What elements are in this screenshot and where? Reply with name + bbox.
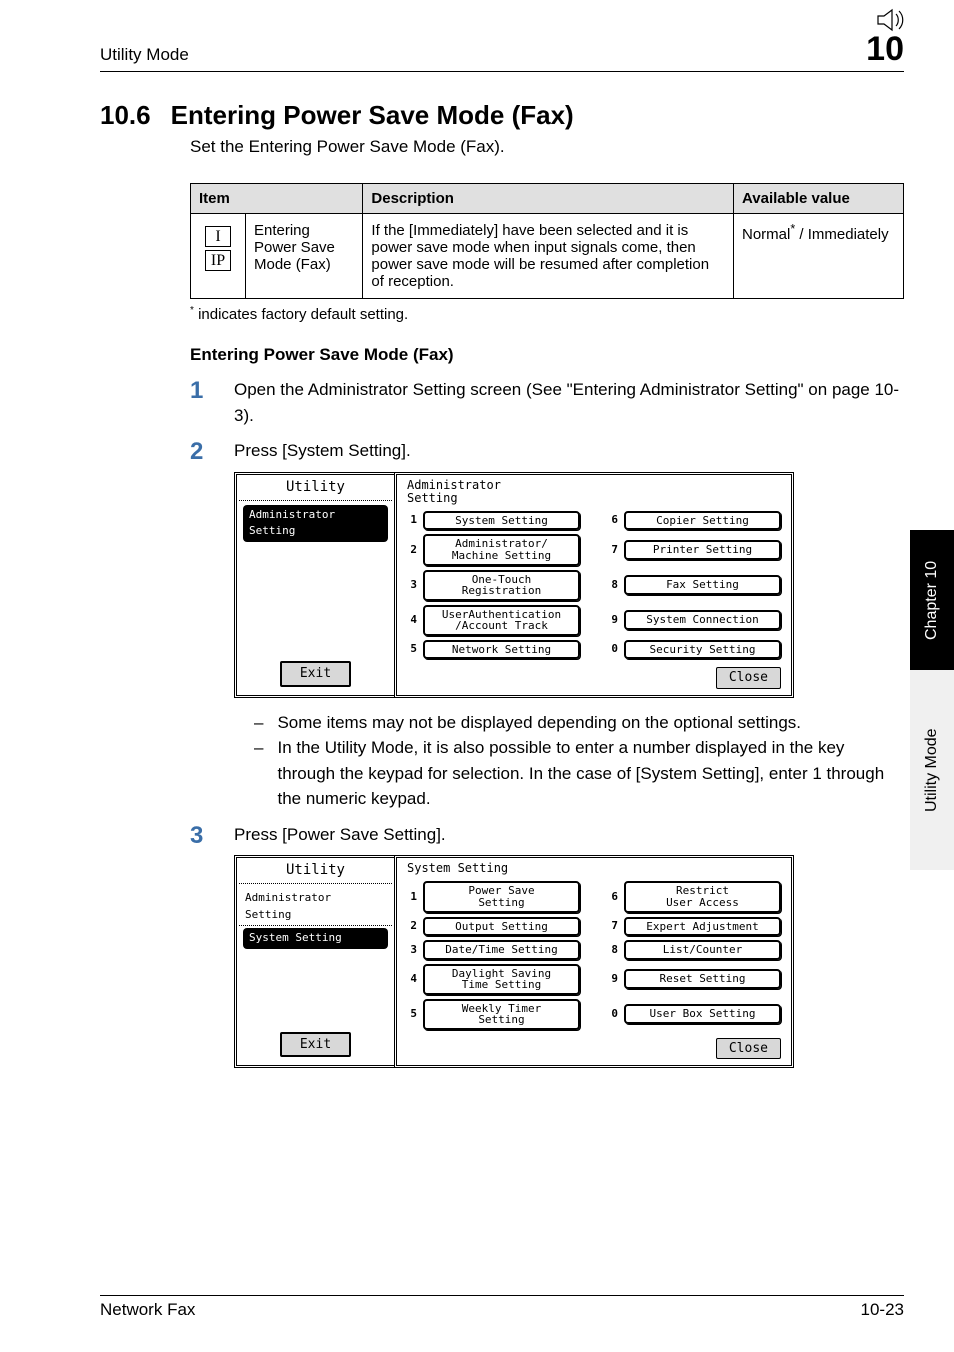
note-1: Some items may not be displayed dependin… [277, 710, 801, 736]
footnote: * indicates factory default setting. [190, 305, 904, 323]
step-body-2: Press [System Setting]. [234, 438, 904, 464]
btn-admin-machine-setting[interactable]: Administrator/ Machine Setting [423, 534, 580, 565]
btn-output-setting[interactable]: Output Setting [423, 917, 580, 937]
utility-label-2: Utility [239, 860, 392, 884]
sidebar-item-admin-setting[interactable]: Administrator Setting [243, 505, 388, 542]
btn-weekly-timer[interactable]: Weekly Timer Setting [423, 999, 580, 1030]
close-button-2[interactable]: Close [716, 1038, 781, 1060]
iip-top: I [205, 226, 231, 247]
subheading: Entering Power Save Mode (Fax) [190, 345, 904, 365]
running-head: Utility Mode 10 [100, 30, 904, 72]
btn-daylight-saving[interactable]: Daylight Saving Time Setting [423, 964, 580, 995]
iip-badges: I IP [199, 222, 237, 278]
exit-button-2[interactable]: Exit [280, 1032, 351, 1058]
section-number: 10.6 [100, 100, 151, 131]
step-number-2: 2 [190, 438, 210, 812]
item-description: If the [Immediately] have been selected … [363, 214, 734, 299]
btn-network-setting[interactable]: Network Setting [423, 640, 580, 660]
step-number-3: 3 [190, 822, 210, 1069]
btn-power-save[interactable]: Power Save Setting [423, 881, 580, 912]
footer-right: 10-23 [861, 1300, 904, 1320]
thumb-tab-chapter: Chapter 10 [910, 530, 954, 670]
thumb-tab-section: Utility Mode [910, 670, 954, 870]
step-number-1: 1 [190, 377, 210, 428]
panel-title: Administrator Setting [407, 479, 781, 505]
btn-copier-setting[interactable]: Copier Setting [624, 511, 781, 531]
step-body-3: Press [Power Save Setting]. [234, 822, 904, 848]
speaker-icon [876, 8, 904, 32]
btn-user-auth[interactable]: UserAuthentication /Account Track [423, 605, 580, 636]
th-item: Item [191, 184, 363, 214]
close-button[interactable]: Close [716, 667, 781, 689]
th-description: Description [363, 184, 734, 214]
exit-button[interactable]: Exit [280, 661, 351, 687]
btn-fax-setting[interactable]: Fax Setting [624, 575, 781, 595]
item-label: Entering Power Save Mode (Fax) [246, 214, 363, 299]
panel2-title: System Setting [407, 862, 781, 875]
footer: Network Fax 10-23 [100, 1295, 904, 1320]
btn-system-setting[interactable]: System Setting [423, 511, 580, 531]
btn-date-time[interactable]: Date/Time Setting [423, 940, 580, 960]
btn-security-setting[interactable]: Security Setting [624, 640, 781, 660]
btn-list-counter[interactable]: List/Counter [624, 940, 781, 960]
admin-setting-panel: Utility Administrator Setting Exit Admin… [234, 472, 794, 698]
btn-reset-setting[interactable]: Reset Setting [624, 969, 781, 989]
btn-restrict-user-access[interactable]: Restrict User Access [624, 881, 781, 912]
th-available: Available value [734, 184, 904, 214]
btn-one-touch-reg[interactable]: One-Touch Registration [423, 570, 580, 601]
iip-bottom: IP [205, 250, 231, 271]
section-lead: Set the Entering Power Save Mode (Fax). [190, 137, 904, 157]
step-body-1: Open the Administrator Setting screen (S… [234, 377, 904, 428]
system-setting-panel: Utility Administrator Setting System Set… [234, 855, 794, 1068]
chapter-number: 10 [866, 30, 904, 69]
btn-system-connection[interactable]: System Connection [624, 610, 781, 630]
running-head-left: Utility Mode [100, 45, 189, 65]
spec-table: Item Description Available value I IP En… [190, 183, 904, 299]
footer-left: Network Fax [100, 1300, 195, 1320]
section-title: Entering Power Save Mode (Fax) [171, 100, 904, 131]
item-available: Normal* / Immediately [734, 214, 904, 299]
btn-printer-setting[interactable]: Printer Setting [624, 540, 781, 560]
thumb-tab: Chapter 10 Utility Mode [910, 530, 954, 870]
utility-label: Utility [239, 477, 392, 501]
note-2: In the Utility Mode, it is also possible… [277, 735, 904, 812]
btn-expert-adjustment[interactable]: Expert Adjustment [624, 917, 781, 937]
sidebar-item-system-setting[interactable]: System Setting [243, 928, 388, 949]
btn-user-box[interactable]: User Box Setting [624, 1004, 781, 1024]
sidebar-item-admin-setting-2[interactable]: Administrator Setting [239, 888, 392, 926]
